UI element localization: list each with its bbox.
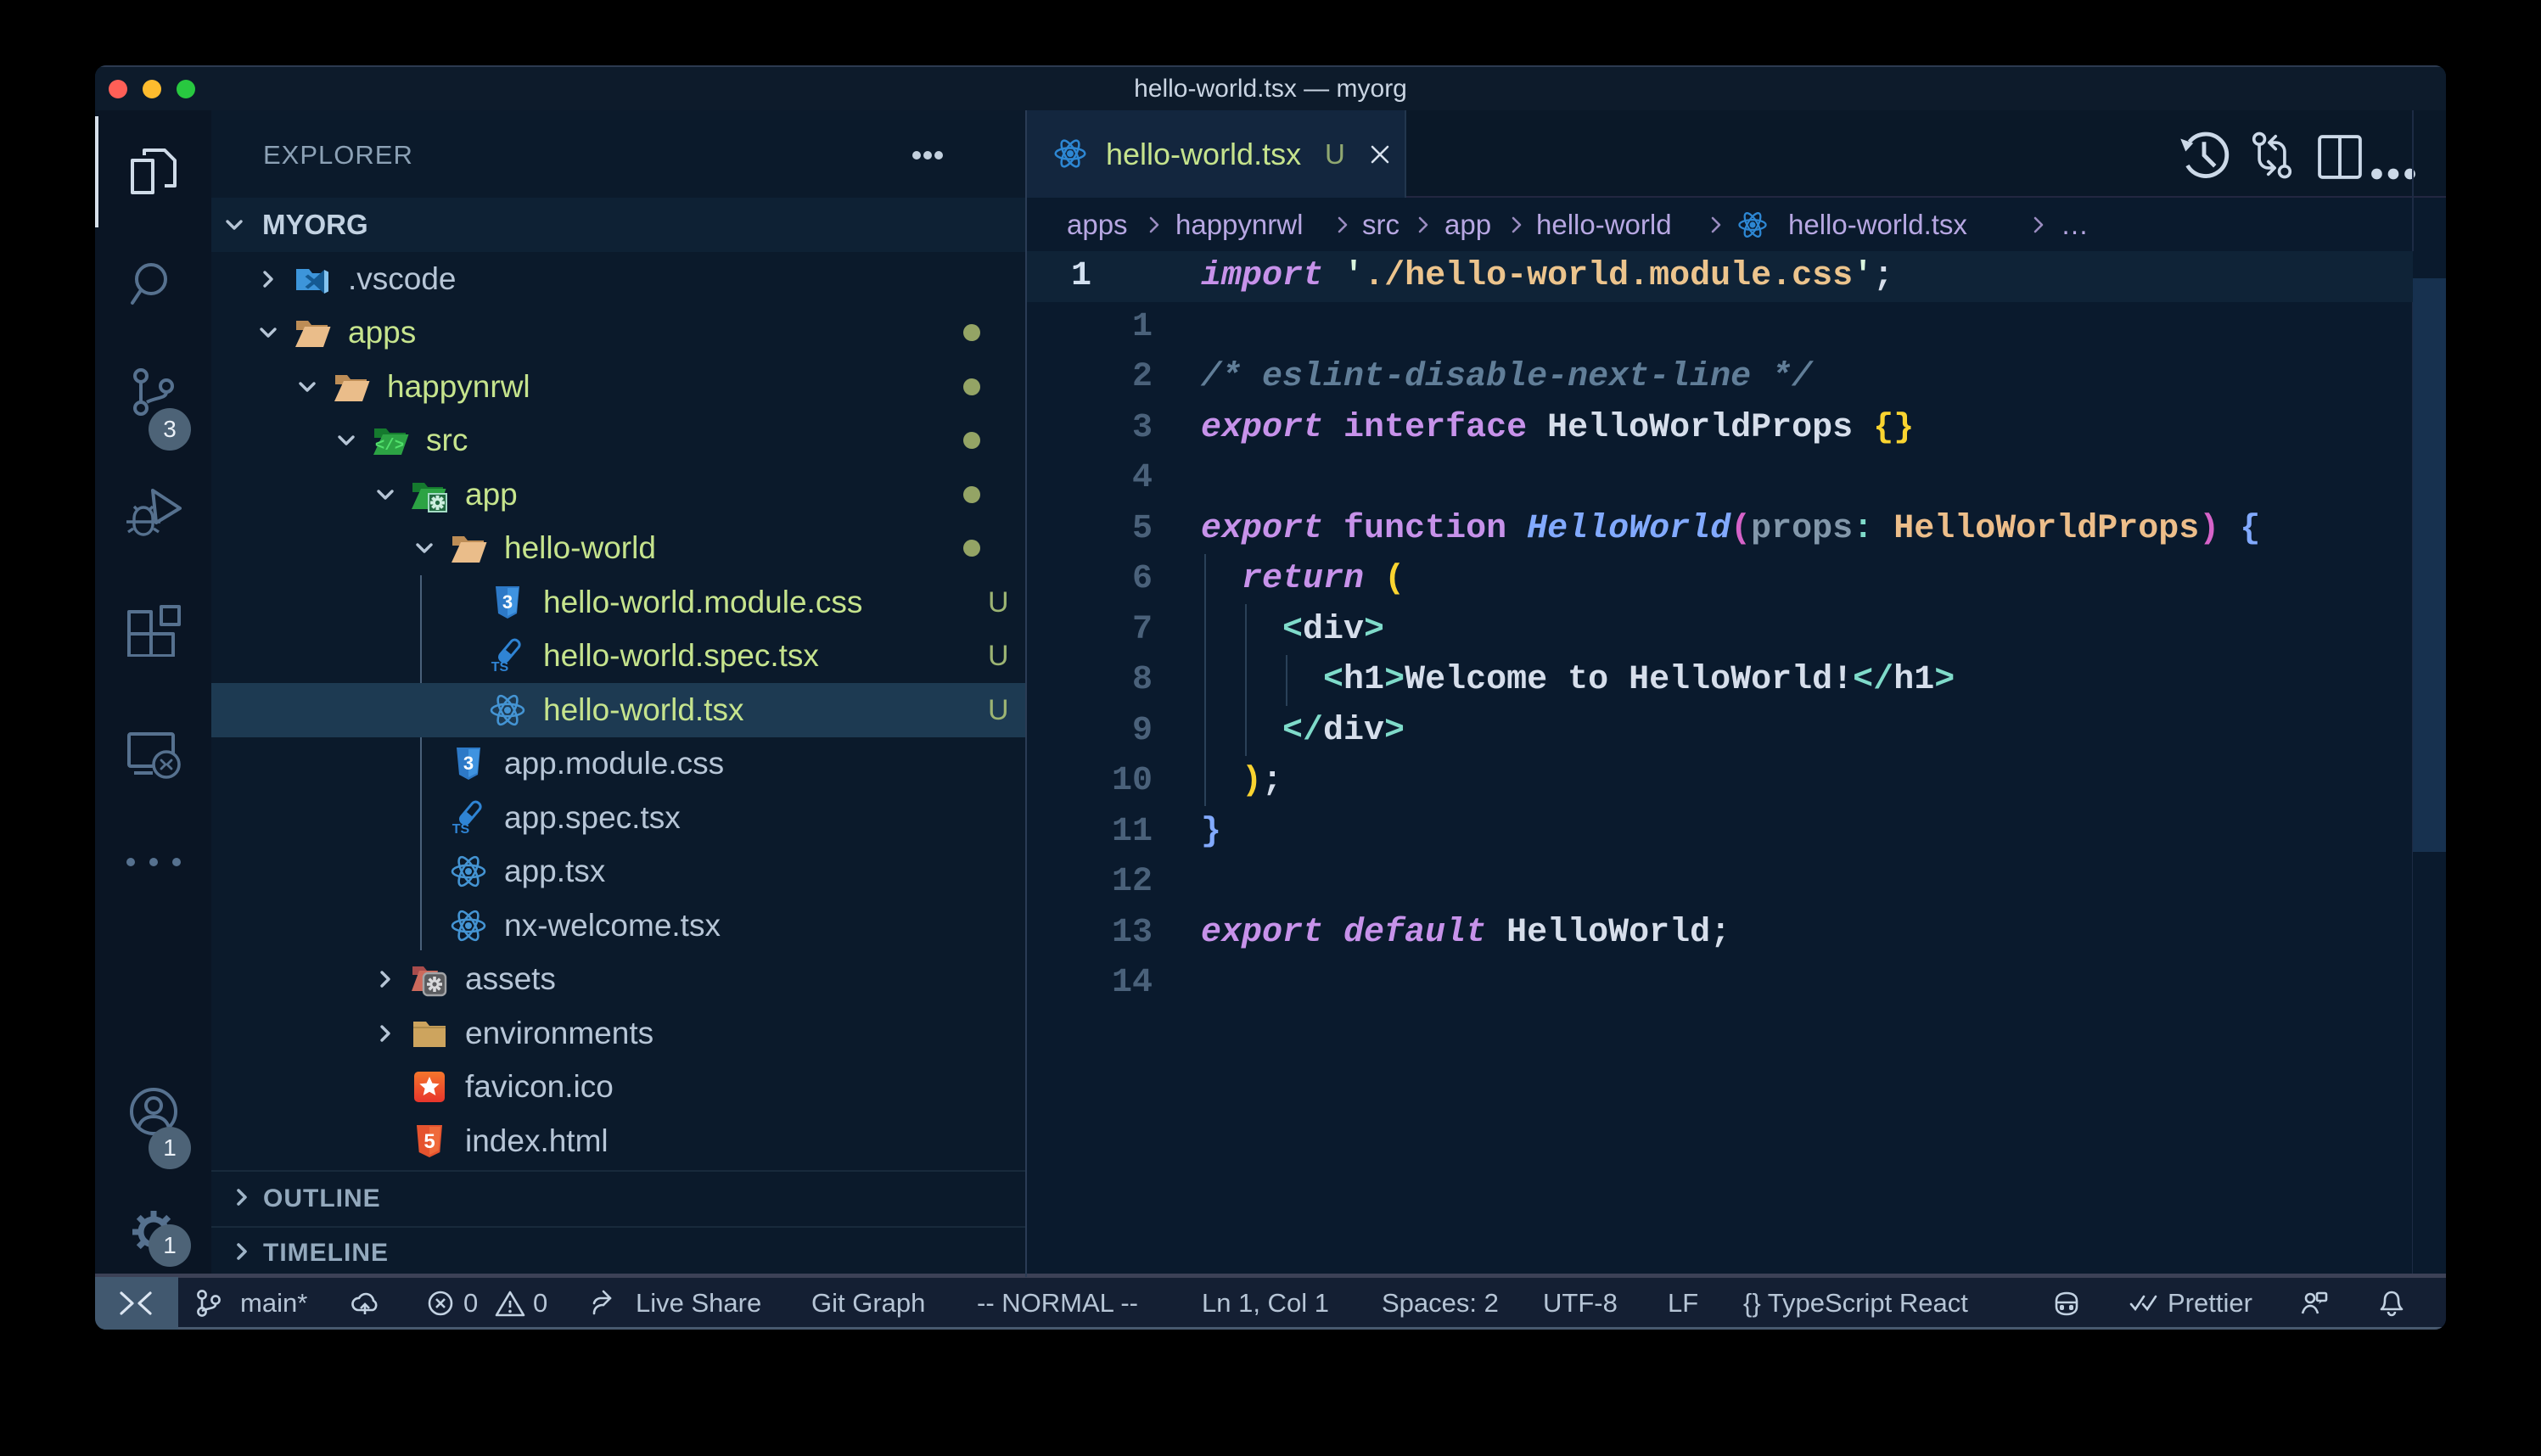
svg-text:TS: TS	[491, 660, 509, 675]
svg-text:TS: TS	[452, 822, 470, 837]
svg-text:3: 3	[463, 753, 474, 774]
svg-text:5: 5	[424, 1130, 435, 1153]
svg-text:3: 3	[502, 591, 513, 613]
svg-text:</>: </>	[375, 436, 404, 455]
